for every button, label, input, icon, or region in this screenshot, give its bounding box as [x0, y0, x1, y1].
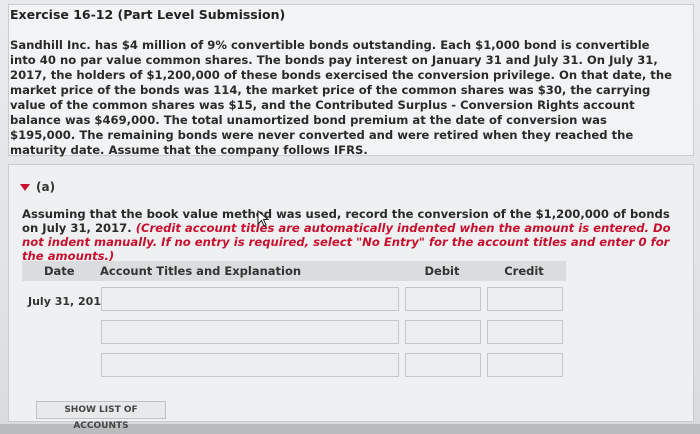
credit-input-3[interactable] [487, 353, 563, 377]
credit-input-2[interactable] [487, 320, 563, 344]
account-title-input-3[interactable] [101, 353, 399, 377]
part-a-toggle[interactable]: (a) [20, 180, 55, 194]
page: Exercise 16-12 (Part Level Submission) S… [0, 0, 700, 431]
header-debit: Debit [402, 261, 482, 281]
caret-down-icon [20, 184, 30, 191]
entry-date: July 31, 2017 [28, 295, 109, 308]
instructions: Assuming that the book value method was … [22, 207, 682, 263]
debit-input-2[interactable] [405, 320, 481, 344]
account-title-input-2[interactable] [101, 320, 399, 344]
debit-input-3[interactable] [405, 353, 481, 377]
exercise-title: Exercise 16-12 (Part Level Submission) [10, 7, 286, 22]
debit-input-1[interactable] [405, 287, 481, 311]
mouse-pointer-icon [257, 210, 270, 227]
account-title-input-1[interactable] [101, 287, 399, 311]
header-credit: Credit [482, 261, 566, 281]
problem-text: Sandhill Inc. has $4 million of 9% conve… [10, 38, 672, 157]
header-date: Date [22, 261, 97, 281]
credit-input-1[interactable] [487, 287, 563, 311]
show-list-of-accounts-button[interactable]: SHOW LIST OF ACCOUNTS [36, 401, 166, 431]
header-account: Account Titles and Explanation [97, 261, 402, 281]
part-a-label: (a) [36, 180, 56, 194]
